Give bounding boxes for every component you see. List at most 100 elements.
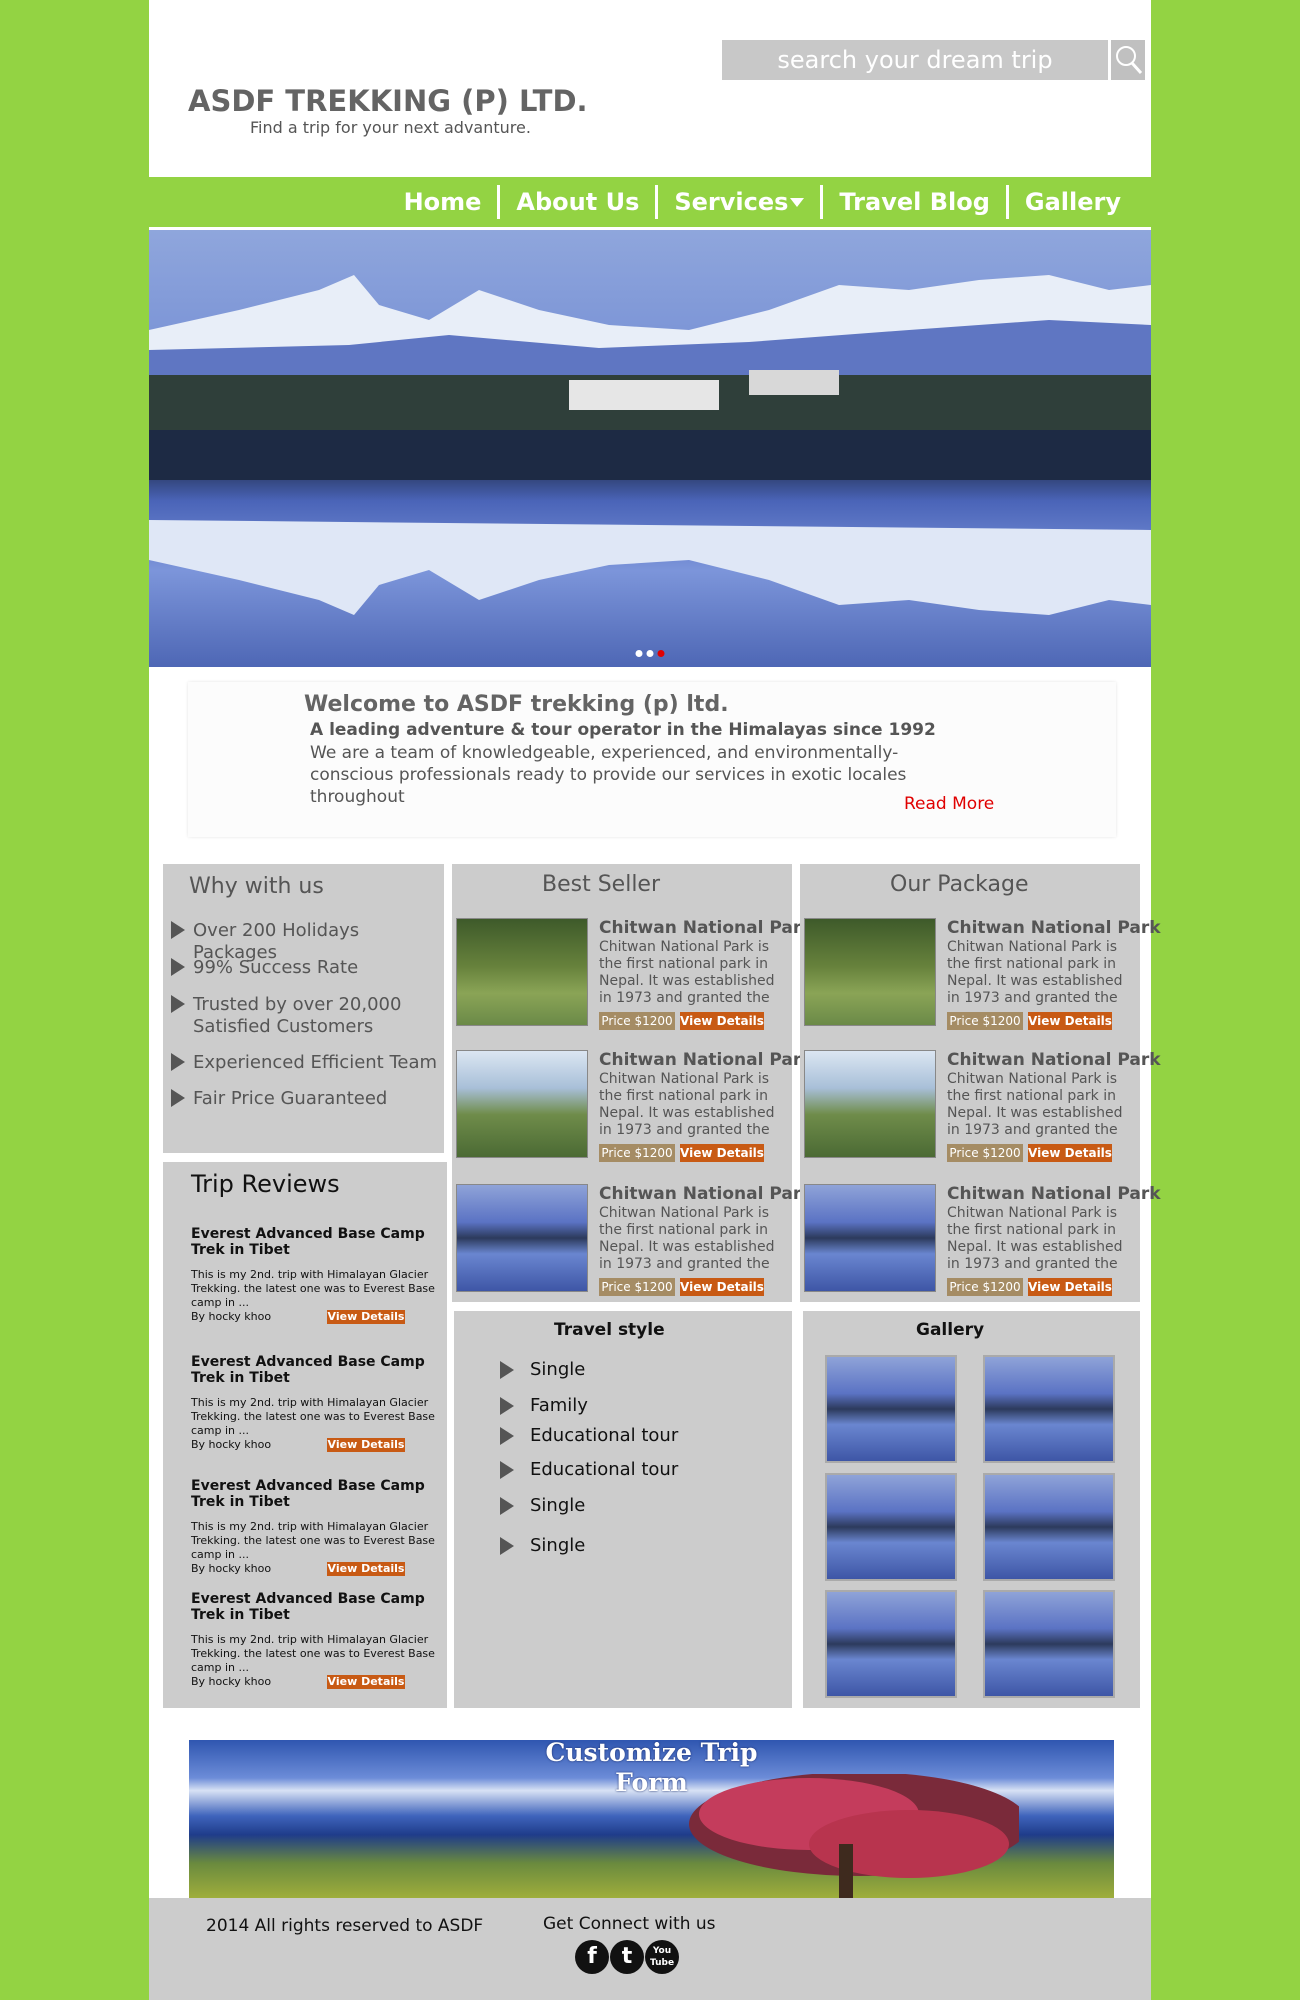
review-title[interactable]: Everest Advanced Base Camp Trek in Tibet	[191, 1354, 441, 1386]
package-title[interactable]: Chitwan National Park	[947, 1184, 1161, 1204]
package-image[interactable]	[456, 1050, 588, 1158]
package-card[interactable]: Chitwan National Park Chitwan National P…	[804, 1050, 1161, 1170]
travel-style-item[interactable]: Single	[500, 1359, 585, 1380]
view-details-button[interactable]: View Details	[680, 1012, 764, 1030]
twitter-icon[interactable]: t	[610, 1940, 644, 1974]
package-image[interactable]	[804, 1184, 936, 1292]
welcome-section: Welcome to ASDF trekking (p) ltd. A lead…	[188, 682, 1116, 837]
view-details-button[interactable]: View Details	[680, 1278, 764, 1296]
welcome-subtitle: A leading adventure & tour operator in t…	[310, 720, 936, 740]
customize-trip-banner[interactable]: Customize Trip Form	[189, 1740, 1114, 1898]
best-seller-panel: Best Seller Chitwan National Park Chitwa…	[452, 864, 813, 1304]
hero-slider[interactable]	[149, 230, 1151, 667]
review-text: This is my 2nd. trip with Himalayan Glac…	[191, 1520, 435, 1561]
package-title[interactable]: Chitwan National Park	[947, 1050, 1161, 1070]
why-item: Experienced Efficient Team	[171, 1052, 437, 1074]
travel-style-item[interactable]: Educational tour	[500, 1425, 678, 1446]
youtube-icon[interactable]: You Tube	[645, 1940, 679, 1974]
review-item: Everest Advanced Base Camp Trek in Tibet…	[191, 1478, 441, 1576]
package-price: Price $1200	[947, 1144, 1023, 1162]
gallery-thumbnail[interactable]	[983, 1473, 1115, 1581]
hero-image	[149, 275, 1151, 615]
customize-trip-title[interactable]: Customize Trip Form	[189, 1740, 1114, 1798]
nav-services-label: Services	[674, 188, 789, 216]
nav-gallery[interactable]: Gallery	[1005, 185, 1137, 219]
connect-label: Get Connect with us	[543, 1914, 716, 1934]
package-price: Price $1200	[947, 1278, 1023, 1296]
travel-style-item[interactable]: Educational tour	[500, 1459, 678, 1480]
why-title: Why with us	[189, 874, 324, 899]
gallery-thumbnail[interactable]	[825, 1590, 957, 1698]
package-title[interactable]: Chitwan National Park	[947, 918, 1161, 938]
nav-gallery-label: Gallery	[1024, 188, 1121, 216]
travel-style-item[interactable]: Single	[500, 1535, 585, 1556]
welcome-title: Welcome to ASDF trekking (p) ltd.	[304, 692, 729, 717]
search-input[interactable]: search your dream trip	[722, 40, 1108, 80]
review-item: Everest Advanced Base Camp Trek in Tibet…	[191, 1354, 441, 1452]
package-price: Price $1200	[599, 1012, 675, 1030]
gallery-thumbnail[interactable]	[825, 1473, 957, 1581]
package-image[interactable]	[456, 1184, 588, 1292]
review-text: This is my 2nd. trip with Himalayan Glac…	[191, 1268, 435, 1309]
package-title[interactable]: Chitwan National Park	[599, 918, 813, 938]
view-details-button[interactable]: View Details	[327, 1438, 405, 1452]
read-more-link[interactable]: Read More	[904, 794, 994, 814]
package-card[interactable]: Chitwan National Park Chitwan National P…	[456, 1050, 813, 1170]
why-item: 99% Success Rate	[171, 957, 358, 979]
review-title[interactable]: Everest Advanced Base Camp Trek in Tibet	[191, 1478, 441, 1510]
why-with-us-panel: Why with us Over 200 Holidays Packages 9…	[163, 864, 444, 1153]
arrow-right-icon	[171, 995, 185, 1013]
our-package-panel: Our Package Chitwan National Park Chitwa…	[800, 864, 1161, 1304]
view-details-button[interactable]: View Details	[1028, 1012, 1112, 1030]
arrow-right-icon	[500, 1396, 514, 1415]
arrow-right-icon	[500, 1460, 514, 1479]
dropdown-caret-icon	[790, 197, 805, 207]
review-title[interactable]: Everest Advanced Base Camp Trek in Tibet	[191, 1226, 441, 1258]
package-image[interactable]	[804, 1050, 936, 1158]
package-card[interactable]: Chitwan National Park Chitwan National P…	[456, 1184, 813, 1304]
review-author: By hocky khoo	[191, 1562, 272, 1575]
slider-dot[interactable]	[635, 650, 643, 657]
trip-reviews-title: Trip Reviews	[191, 1170, 340, 1198]
package-image[interactable]	[804, 918, 936, 1026]
nav-services[interactable]: Services	[655, 185, 820, 219]
arrow-right-icon	[500, 1496, 514, 1515]
best-seller-title: Best Seller	[542, 872, 661, 897]
review-author: By hocky khoo	[191, 1438, 272, 1451]
footer: 2014 All rights reserved to ASDF Get Con…	[149, 1898, 1151, 2000]
view-details-button[interactable]: View Details	[327, 1562, 405, 1576]
travel-style-item[interactable]: Family	[500, 1395, 588, 1416]
gallery-thumbnail[interactable]	[983, 1590, 1115, 1698]
slider-dot-active[interactable]	[657, 650, 665, 657]
package-price: Price $1200	[599, 1144, 675, 1162]
gallery-thumbnail[interactable]	[825, 1355, 957, 1463]
package-image[interactable]	[456, 918, 588, 1026]
view-details-button[interactable]: View Details	[327, 1310, 405, 1324]
gallery-panel: Gallery	[803, 1311, 1140, 1708]
page-container: search your dream trip ASDF TREKKING (P)…	[149, 0, 1161, 2000]
package-card[interactable]: Chitwan National Park Chitwan National P…	[804, 918, 1161, 1038]
view-details-button[interactable]: View Details	[680, 1144, 764, 1162]
nav-blog-label: Travel Blog	[839, 188, 990, 216]
travel-style-item[interactable]: Single	[500, 1495, 585, 1516]
review-title[interactable]: Everest Advanced Base Camp Trek in Tibet	[191, 1591, 441, 1623]
nav-home[interactable]: Home	[388, 185, 498, 219]
nav-travel-blog[interactable]: Travel Blog	[820, 185, 1005, 219]
nav-about-label: About Us	[516, 188, 640, 216]
slider-dot[interactable]	[646, 650, 654, 657]
nav-about-us[interactable]: About Us	[497, 185, 655, 219]
travel-style-panel: Travel style Single Family Educational t…	[454, 1311, 792, 1708]
package-card[interactable]: Chitwan National Park Chitwan National P…	[804, 1184, 1161, 1304]
view-details-button[interactable]: View Details	[1028, 1278, 1112, 1296]
gallery-thumbnail[interactable]	[983, 1355, 1115, 1463]
brand-name[interactable]: ASDF TREKKING (P) LTD.	[188, 84, 588, 118]
view-details-button[interactable]: View Details	[1028, 1144, 1112, 1162]
package-title[interactable]: Chitwan National Park	[599, 1050, 813, 1070]
view-details-button[interactable]: View Details	[327, 1675, 405, 1689]
arrow-right-icon	[171, 958, 185, 976]
package-card[interactable]: Chitwan National Park Chitwan National P…	[456, 918, 813, 1038]
tagline: Find a trip for your next advanture.	[250, 118, 531, 137]
facebook-icon[interactable]: f	[575, 1940, 609, 1974]
package-title[interactable]: Chitwan National Park	[599, 1184, 813, 1204]
search-button[interactable]	[1111, 40, 1145, 80]
